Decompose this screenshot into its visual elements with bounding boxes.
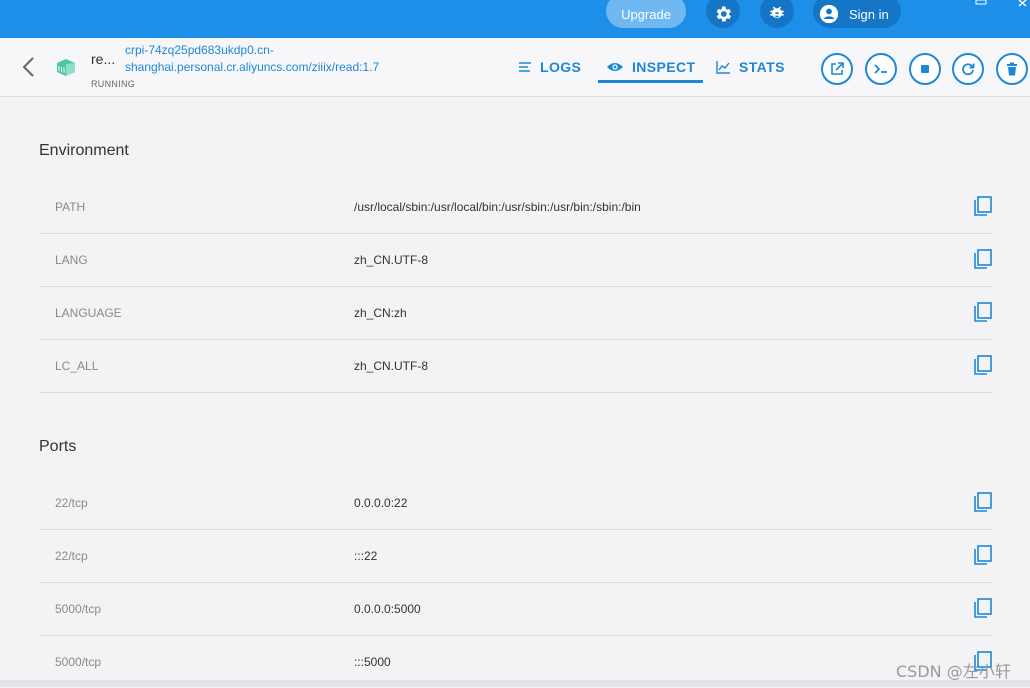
stop-button[interactable] (909, 53, 941, 85)
copy-icon[interactable] (973, 598, 993, 618)
container-status: RUNNING (91, 79, 136, 89)
port-key: 22/tcp (55, 496, 88, 510)
env-key: LC_ALL (55, 359, 99, 373)
port-value: :::5000 (354, 655, 391, 669)
tab-logs[interactable]: LOGS (518, 54, 581, 80)
gear-icon (716, 6, 731, 22)
port-row: 5000/tcp 0.0.0.0:5000 (39, 583, 992, 636)
container-icon (57, 59, 75, 76)
close-icon[interactable] (1018, 0, 1030, 10)
port-value: 0.0.0.0:22 (354, 496, 408, 510)
restart-button[interactable] (952, 53, 984, 85)
top-bar: Upgrade Sign in (0, 0, 1030, 38)
sign-in-button[interactable]: Sign in (813, 0, 901, 28)
copy-icon[interactable] (973, 302, 993, 322)
image-line-2: shanghai.personal.cr.aliyuncs.com/ziiix/… (125, 60, 380, 74)
stop-icon (921, 65, 929, 73)
back-arrow-icon[interactable] (20, 56, 38, 78)
env-row: LANGUAGE zh_CN:zh (39, 287, 992, 340)
env-value: /usr/local/sbin:/usr/local/bin:/usr/sbin… (354, 200, 641, 214)
env-row: LC_ALL zh_CN.UTF-8 (39, 340, 992, 393)
copy-icon[interactable] (973, 492, 993, 512)
delete-button[interactable] (996, 53, 1028, 85)
port-key: 22/tcp (55, 549, 88, 563)
upgrade-button[interactable]: Upgrade (606, 0, 686, 28)
copy-icon[interactable] (973, 355, 993, 375)
env-key: LANGUAGE (55, 306, 122, 320)
container-image-link[interactable]: crpi-74zq25pd683ukdp0.cn- shanghai.perso… (125, 42, 379, 76)
restart-icon (962, 63, 975, 76)
settings-button[interactable] (706, 0, 740, 28)
minimize-icon[interactable] (975, 0, 989, 10)
ports-heading: Ports (39, 438, 77, 455)
tab-inspect-label: INSPECT (632, 59, 696, 75)
port-value: 0.0.0.0:5000 (354, 602, 421, 616)
copy-icon[interactable] (973, 545, 993, 565)
copy-icon[interactable] (973, 249, 993, 269)
logs-icon (519, 62, 531, 72)
chart-icon (716, 61, 730, 74)
tab-logs-label: LOGS (540, 59, 582, 75)
trash-icon (1007, 62, 1017, 76)
tab-inspect[interactable]: INSPECT (598, 54, 704, 83)
container-header: re... RUNNING crpi-74zq25pd683ukdp0.cn- … (0, 38, 1030, 97)
env-key: LANG (55, 253, 88, 267)
watermark: CSDN @左小轩 (896, 662, 1011, 681)
bottom-strip (0, 680, 1030, 687)
image-line-1: crpi-74zq25pd683ukdp0.cn- (125, 43, 274, 57)
port-row: 22/tcp :::22 (39, 530, 992, 583)
port-key: 5000/tcp (55, 602, 102, 616)
cli-button[interactable] (865, 53, 897, 85)
terminal-icon (874, 64, 887, 74)
env-key: PATH (55, 200, 86, 214)
environment-heading: Environment (39, 142, 129, 159)
sign-in-label: Sign in (849, 6, 889, 22)
tab-stats[interactable]: STATS (716, 54, 785, 80)
env-value: zh_CN.UTF-8 (354, 253, 429, 267)
eye-icon (607, 63, 623, 71)
open-external-icon (831, 62, 844, 75)
env-value: zh_CN:zh (354, 306, 407, 320)
env-row: LANG zh_CN.UTF-8 (39, 234, 992, 287)
bug-report-button[interactable] (760, 0, 794, 28)
container-name: re... (91, 51, 116, 67)
env-row: PATH /usr/local/sbin:/usr/local/bin:/usr… (39, 181, 992, 234)
port-row: 22/tcp 0.0.0.0:22 (39, 477, 992, 530)
port-value: :::22 (354, 549, 378, 563)
tab-stats-label: STATS (739, 59, 785, 75)
user-avatar-icon (819, 4, 839, 24)
copy-icon[interactable] (973, 196, 993, 216)
bug-icon (770, 6, 784, 19)
env-value: zh_CN.UTF-8 (354, 359, 429, 373)
open-browser-button[interactable] (821, 53, 853, 85)
port-key: 5000/tcp (55, 655, 102, 669)
